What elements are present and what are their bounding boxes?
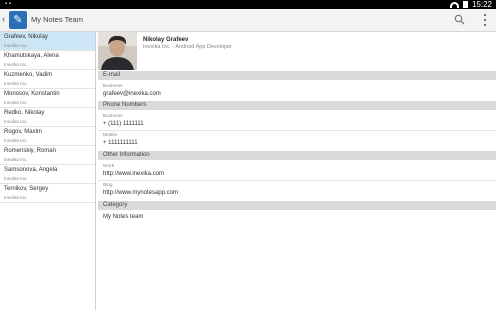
contact-list-item[interactable]: Kuzmenko, Vadim Inexika Inc. (0, 70, 95, 89)
contact-org: Inexika Inc. (4, 119, 28, 124)
notification-icons: ▪ ▪ (5, 1, 11, 7)
phone-business-label: Business (103, 114, 123, 119)
contact-list: Grafeev, Nikolay Inexika Inc. Khamutskay… (0, 32, 96, 310)
status-time: 15:22 (471, 0, 492, 9)
contact-org: Inexika Inc. (4, 195, 28, 200)
contact-name: Khamutskaya, Alena (4, 53, 59, 59)
contact-name: Monosov, Konstantin (4, 91, 60, 97)
contact-photo[interactable] (98, 32, 137, 70)
contact-list-item[interactable]: Ternikov, Sergey Inexika Inc. (0, 184, 95, 203)
search-icon[interactable] (454, 14, 465, 25)
email-business-value[interactable]: grafeev@inexika.com (103, 90, 161, 98)
blog-label: Blog (103, 183, 113, 188)
contact-list-item[interactable]: Samsonova, Angela Inexika Inc. (0, 165, 95, 184)
section-header-phone: Phone Numbers (98, 101, 496, 110)
overflow-menu-icon[interactable] (483, 14, 487, 26)
section-header-email: E-mail (98, 71, 496, 80)
contact-list-item[interactable]: Grafeev, Nikolay Inexika Inc. (0, 32, 95, 51)
person-photo-icon (98, 32, 137, 70)
contact-name: Grafeev, Nikolay (4, 34, 48, 40)
contact-list-item[interactable]: Romenskiy, Roman Inexika Inc. (0, 146, 95, 165)
contact-list-item[interactable]: Redko, Nikolay Inexika Inc. (0, 108, 95, 127)
phone-business-value[interactable]: + (111) 1111111 (103, 120, 144, 128)
divider (98, 130, 496, 131)
contact-name: Kuzmenko, Vadim (4, 72, 53, 78)
phone-mobile-label: Mobile (103, 133, 118, 138)
contact-list-item[interactable]: Khamutskaya, Alena Inexika Inc. (0, 51, 95, 70)
contact-org: Inexika Inc. (4, 157, 28, 162)
phone-mobile-value[interactable]: + 1111111111 (103, 139, 138, 147)
contact-name: Samsonova, Angela (4, 167, 58, 173)
app-logo-icon[interactable]: ✎ (9, 11, 27, 29)
app-title: My Notes Team (31, 15, 83, 24)
contact-name: Rogov, Maxim (4, 129, 42, 135)
work-url-value[interactable]: http://www.inexika.com (103, 170, 164, 178)
contact-org: Inexika Inc. (4, 81, 28, 86)
work-label: Work (103, 164, 115, 169)
action-bar: ‹ ✎ My Notes Team (0, 9, 496, 32)
contact-name: Romenskiy, Roman (4, 148, 56, 154)
contact-org: Inexika Inc. (4, 43, 28, 48)
contact-list-item[interactable]: Rogov, Maxim Inexika Inc. (0, 127, 95, 146)
wifi-icon (449, 1, 459, 8)
email-business-label: Business (103, 84, 123, 89)
contact-org: Inexika Inc. (4, 100, 28, 105)
contact-detail-pane: Nikolay Grafeev Inexika Inc. - Android A… (97, 32, 496, 310)
contact-name: Redko, Nikolay (4, 110, 45, 116)
back-icon[interactable]: ‹ (2, 14, 5, 26)
contact-org: Inexika Inc. (4, 138, 28, 143)
battery-icon (462, 1, 468, 8)
category-value[interactable]: My Notes team (103, 213, 143, 221)
contact-name: Ternikov, Sergey (4, 186, 49, 192)
contact-org: Inexika Inc. (4, 62, 28, 67)
section-header-category: Category (98, 201, 496, 210)
blog-url-value[interactable]: http://www.mynotesapp.com (103, 189, 178, 197)
status-bar: ▪ ▪ 15:22 (0, 0, 496, 9)
profile-title: Inexika Inc. - Android App Developer (143, 44, 232, 50)
contact-org: Inexika Inc. (4, 176, 28, 181)
contact-list-item[interactable]: Monosov, Konstantin Inexika Inc. (0, 89, 95, 108)
divider (98, 180, 496, 181)
section-header-other: Other Information (98, 151, 496, 160)
